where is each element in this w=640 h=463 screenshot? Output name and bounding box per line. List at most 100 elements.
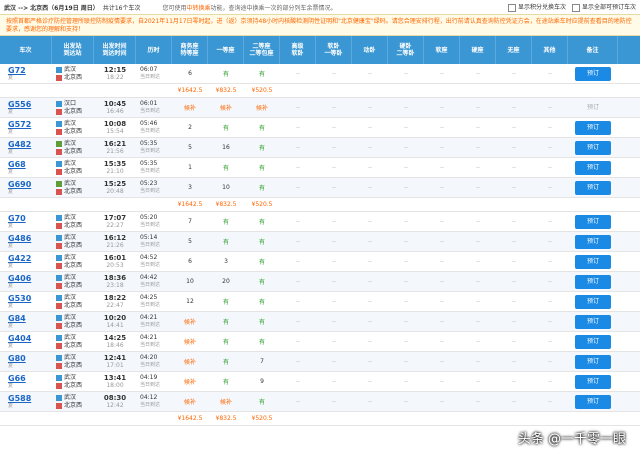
seat-availability[interactable]: 候补: [256, 103, 268, 112]
train-number-link[interactable]: G80: [8, 354, 26, 363]
seat-unavailable: --: [475, 278, 481, 285]
seat-cell: --: [280, 352, 316, 371]
departure-station-name: 武汉: [64, 353, 77, 361]
arrival-day: 当日到达: [140, 108, 161, 114]
seat-availability[interactable]: 候补: [184, 357, 196, 366]
seat-cell: --: [532, 98, 568, 117]
seat-unavailable: --: [367, 104, 373, 111]
seat-availability[interactable]: 候补: [184, 103, 196, 112]
train-number-link[interactable]: G482: [8, 140, 31, 149]
epidemic-notice: 按照首都严格诊疗防控管理所联控防制疫情要求，自2021年11月17日零时起，进（…: [0, 14, 640, 36]
departure-time: 16:01: [103, 254, 127, 262]
all-bookable-option[interactable]: 显示全部可预订车次: [571, 2, 636, 12]
train-number-link[interactable]: G556: [8, 100, 31, 109]
duration-cell: 05:46 当日到达: [136, 118, 172, 137]
seat-cell: --: [388, 232, 424, 251]
note-cell: 预订: [568, 392, 618, 411]
book-button[interactable]: 预订: [575, 394, 611, 409]
train-number-link[interactable]: G572: [8, 120, 31, 129]
seat-unavailable: --: [367, 218, 373, 225]
train-number-link[interactable]: G404: [8, 334, 31, 343]
column-header-s8: 软座: [424, 36, 460, 64]
train-row: G404 复武汉 北京西 14:25 18:46 04:21 当日到达 候补有有 -- -- -- -…: [0, 332, 640, 352]
seat-unavailable: --: [547, 358, 553, 365]
price-spacer: [0, 412, 172, 425]
departure-time: 12:15: [103, 66, 127, 74]
train-number-link[interactable]: G530: [8, 294, 31, 303]
fuxing-badge: 复: [8, 109, 14, 115]
seat-availability[interactable]: 候补: [184, 397, 196, 406]
seat-unavailable: --: [547, 278, 553, 285]
seat-availability[interactable]: 候补: [184, 337, 196, 346]
train-number-link[interactable]: G66: [8, 374, 26, 383]
book-button[interactable]: 预订: [575, 294, 611, 309]
train-number-link[interactable]: G406: [8, 274, 31, 283]
arrival-station: 北京西: [56, 382, 82, 390]
duration: 04:42: [140, 274, 158, 281]
arrival-day: 当日到达: [140, 302, 161, 308]
seat-unavailable: --: [331, 184, 337, 191]
seat-unavailable: --: [295, 258, 301, 265]
departure-time: 18:22: [103, 294, 127, 302]
departure-station: 武汉: [56, 334, 76, 342]
seat-availability[interactable]: 候补: [184, 317, 196, 326]
book-button[interactable]: 预订: [575, 66, 611, 81]
note-cell: 预订: [568, 178, 618, 197]
price-row: ¥1642.5 ¥832.5 ¥520.5: [0, 412, 640, 426]
checkbox-icon[interactable]: [571, 3, 580, 12]
train-number-link[interactable]: G84: [8, 314, 26, 323]
seat-unavailable: --: [403, 358, 409, 365]
train-number-link[interactable]: G588: [8, 394, 31, 403]
book-button[interactable]: 预订: [575, 334, 611, 349]
train-number-link[interactable]: G422: [8, 254, 31, 263]
train-number-link[interactable]: G70: [8, 214, 26, 223]
book-button[interactable]: 预订: [575, 214, 611, 229]
filter-options: 显示积分兑换车次 显示全部可预订车次: [507, 2, 636, 12]
transfer-link[interactable]: 中转换乘: [186, 5, 210, 12]
duration-cell: 04:21 当日到达: [136, 332, 172, 351]
train-number-link[interactable]: G486: [8, 234, 31, 243]
book-button[interactable]: 预订: [575, 354, 611, 369]
seat-cell: 候补: [172, 352, 208, 371]
train-number-link[interactable]: G690: [8, 180, 31, 189]
seat-availability[interactable]: 候补: [184, 377, 196, 386]
seat-cell: --: [280, 178, 316, 197]
points-exchange-option[interactable]: 显示积分兑换车次: [507, 2, 566, 12]
train-row: G72 复武汉 北京西 12:15 18:22 06:07 当日到达 6 有有 -- -- -- -- -…: [0, 64, 640, 84]
column-header-s2: 一等座: [208, 36, 244, 64]
end-station-icon: [56, 262, 62, 269]
seat-cell: 有: [208, 64, 244, 83]
seat-unavailable: --: [367, 358, 373, 365]
train-number-link[interactable]: G68: [8, 160, 26, 169]
checkbox-icon[interactable]: [507, 3, 516, 12]
time-cell: 18:22 22:47: [94, 292, 136, 311]
time-cell: 12:41 17:01: [94, 352, 136, 371]
seat-cell: --: [352, 312, 388, 331]
train-number-link[interactable]: G72: [8, 66, 26, 75]
departure-station-name: 武汉: [64, 159, 77, 167]
station-cell: 武汉 北京西: [52, 372, 94, 391]
book-button[interactable]: 预订: [575, 160, 611, 175]
book-button[interactable]: 预订: [575, 254, 611, 269]
seat-cell: --: [280, 98, 316, 117]
start-station-icon: [56, 120, 62, 127]
departure-time: 13:41: [103, 374, 127, 382]
departure-time: 14:25: [103, 334, 127, 342]
book-button[interactable]: 预订: [575, 180, 611, 195]
book-button[interactable]: 预订: [575, 234, 611, 249]
book-button[interactable]: 预订: [575, 314, 611, 329]
station-cell: 武汉 北京西: [52, 272, 94, 291]
seat-cell: --: [352, 98, 388, 117]
seat-availability[interactable]: 候补: [220, 397, 232, 406]
seat-cell: 16: [208, 138, 244, 157]
seat-availability[interactable]: 候补: [220, 103, 232, 112]
departure-station-name: 武汉: [64, 253, 77, 261]
book-button[interactable]: 预订: [575, 274, 611, 289]
seat-cell: --: [532, 332, 568, 351]
book-button[interactable]: 预订: [575, 374, 611, 389]
seat-cell: --: [424, 292, 460, 311]
seat-unavailable: --: [295, 278, 301, 285]
book-button[interactable]: 预订: [575, 120, 611, 135]
train-row: G572 复武汉 北京西 10:08 15:54 05:46 当日到达 2 有有 -- -- -- --…: [0, 118, 640, 138]
book-button[interactable]: 预订: [575, 140, 611, 155]
